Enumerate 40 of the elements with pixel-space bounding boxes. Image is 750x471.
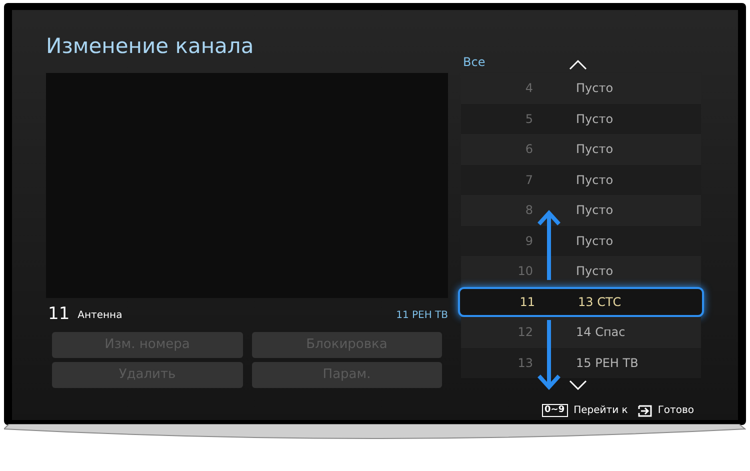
row-number: 11 (518, 294, 535, 311)
channel-row[interactable]: 8 Пусто (461, 195, 701, 226)
scroll-up-icon[interactable] (569, 60, 587, 70)
row-name: 15 РЕН ТВ (576, 354, 638, 372)
down-arrow (537, 320, 561, 390)
key-hint: 0~9 (542, 404, 568, 417)
row-name: Пусто (576, 141, 614, 158)
channel-row[interactable]: 12 14 Спас (461, 317, 701, 348)
enter-icon (638, 404, 652, 416)
channel-row[interactable]: 11 13 СТС (458, 286, 704, 317)
row-number: 10 (516, 263, 533, 280)
row-number: 6 (524, 141, 533, 158)
hint-label: Готово (658, 404, 694, 418)
row-number: 12 (516, 324, 533, 342)
channel-name: 11 РЕН ТВ (396, 308, 448, 322)
channel-number: 11 (48, 303, 70, 326)
row-name: Пусто (576, 80, 614, 98)
row-number: 5 (524, 110, 533, 128)
row-name: Пусто (576, 172, 614, 189)
channel-row[interactable]: 10 Пусто (461, 256, 701, 286)
channel-row[interactable]: 5 Пусто (461, 104, 701, 134)
channel-row[interactable]: 6 Пусто (461, 134, 701, 164)
row-number: 7 (524, 172, 533, 189)
source-label: Антенна (78, 308, 122, 322)
row-name: Пусто (576, 202, 614, 220)
screen-title: Изменение канала (46, 33, 255, 60)
channel-row[interactable]: 13 15 РЕН ТВ (461, 348, 701, 378)
row-number: 9 (524, 232, 533, 250)
row-number: 4 (524, 80, 533, 98)
row-name: 14 Спас (576, 324, 626, 342)
hint-label: Перейти к (574, 404, 628, 418)
up-arrow (537, 210, 561, 280)
row-name: Пусто (576, 263, 614, 280)
row-name: 13 СТС (578, 294, 622, 311)
row-name: Пусто (576, 232, 614, 250)
row-name: Пусто (576, 110, 614, 128)
row-number: 13 (516, 354, 533, 372)
row-number: 8 (524, 202, 533, 220)
filter-label[interactable]: Все (463, 53, 486, 71)
scroll-down-icon[interactable] (569, 380, 587, 390)
